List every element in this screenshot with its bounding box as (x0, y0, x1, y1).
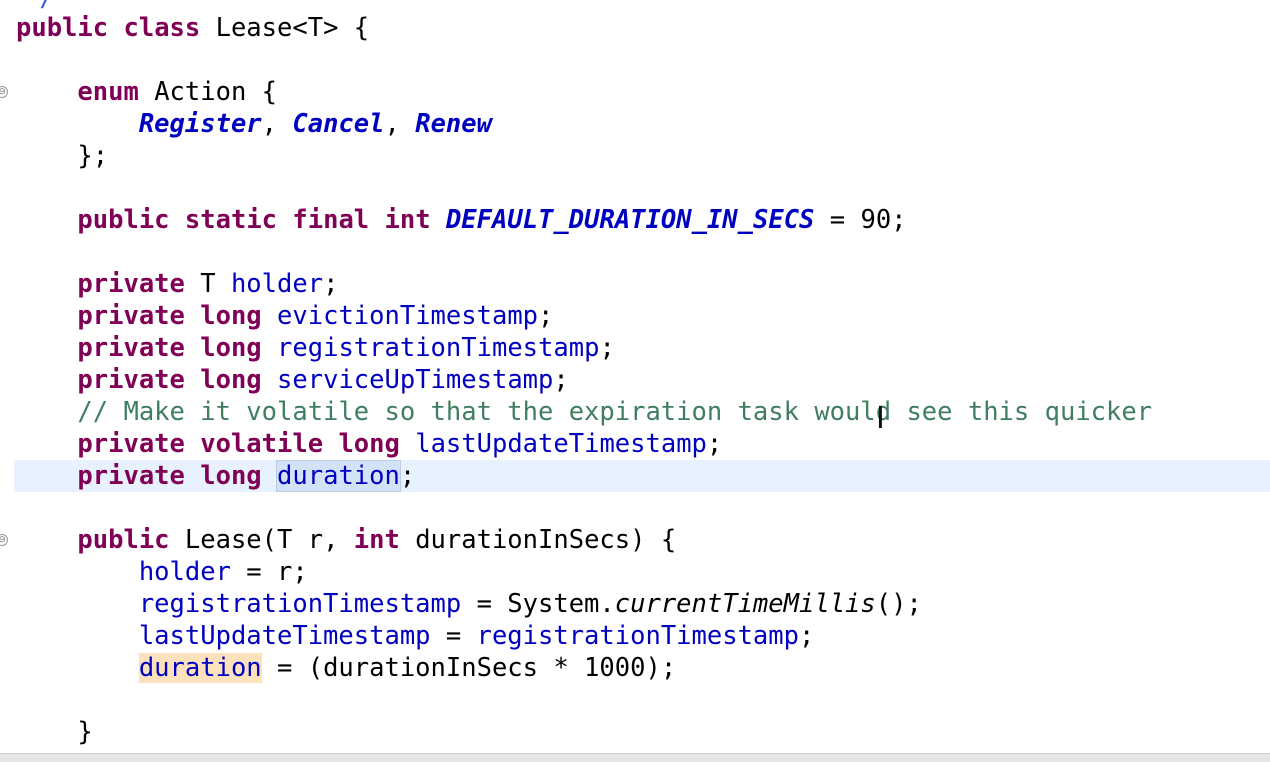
code-line-constant[interactable]: public static final int DEFAULT_DURATION… (16, 204, 1270, 236)
code-text: }; (77, 141, 109, 171)
enum-constant: Renew (415, 109, 492, 139)
field-name: holder (230, 269, 324, 299)
code-line-statement[interactable]: lastUpdateTimestamp = registrationTimest… (16, 620, 1270, 652)
semicolon: ; (323, 269, 339, 299)
code-line-constructor[interactable]: public Lease(T r, int durationInSecs) { (16, 524, 1270, 556)
enum-name: Action { (138, 77, 278, 107)
code-line-comment[interactable]: // Make it volatile so that the expirati… (16, 396, 1270, 428)
code-editor[interactable]: */ ⊖ ⊖ public class Lease<T> { enum Acti… (0, 0, 1270, 762)
semicolon: ; (399, 461, 416, 491)
semicolon: ; (706, 429, 723, 459)
static-method-call: currentTimeMillis (614, 589, 876, 619)
keyword: long (200, 461, 262, 491)
semicolon: ; (599, 333, 615, 363)
code-text: = r; (230, 557, 308, 587)
field-name: lastUpdateTimestamp (138, 621, 431, 651)
field-name: lastUpdateTimestamp (415, 429, 707, 459)
keyword: public (16, 13, 109, 43)
keyword: class (123, 13, 201, 43)
keyword: long (200, 365, 262, 395)
javadoc-comment-end: */ (24, 0, 55, 11)
text-cursor-icon: I (876, 401, 885, 436)
code-line-statement[interactable]: registrationTimestamp = System.currentTi… (16, 588, 1270, 620)
keyword: private (77, 269, 185, 299)
field-name: serviceUpTimestamp (277, 365, 554, 395)
code-text: = (durationInSecs * 1000); (261, 653, 677, 683)
keyword: static (184, 205, 278, 235)
separator: , (261, 109, 293, 139)
field-name: registrationTimestamp (476, 621, 799, 651)
class-name: Lease<T> { (200, 13, 370, 43)
code-line-field-current[interactable]: private long duration; (16, 460, 1270, 492)
type-name: T (184, 269, 231, 299)
field-name: holder (138, 557, 231, 587)
semicolon: ; (553, 365, 569, 395)
keyword: int (384, 205, 431, 235)
keyword: volatile (200, 429, 324, 459)
keyword: public (77, 525, 170, 555)
constructor-signature: Lease(T r, (169, 525, 354, 555)
code-line-field[interactable]: private volatile long lastUpdateTimestam… (16, 428, 1270, 460)
keyword: private (77, 429, 185, 459)
field-name: registrationTimestamp (138, 589, 462, 619)
keyword: public (77, 205, 170, 235)
code-text: } (77, 717, 93, 747)
keyword: long (200, 301, 262, 331)
code-line-enum-declaration[interactable]: enum Action { (16, 76, 1270, 108)
code-line-field[interactable]: private long serviceUpTimestamp; (16, 364, 1270, 396)
code-text: (); (875, 589, 922, 619)
keyword: private (77, 365, 185, 395)
code-line-block-close[interactable]: } (16, 716, 1270, 748)
field-name: evictionTimestamp (277, 301, 539, 331)
field-name: registrationTimestamp (277, 333, 600, 363)
horizontal-scrollbar[interactable] (0, 753, 1270, 762)
keyword: private (77, 333, 185, 363)
semicolon: ; (799, 621, 815, 651)
keyword: enum (77, 77, 139, 107)
static-constant: DEFAULT_DURATION_IN_SECS (445, 205, 815, 235)
code-line-field[interactable]: private long registrationTimestamp; (16, 332, 1270, 364)
enum-constant: Cancel (292, 109, 385, 139)
separator: , (384, 109, 416, 139)
keyword: int (353, 525, 400, 555)
code-text: durationInSecs) { (399, 525, 677, 555)
line-comment: // Make it volatile so that the expirati… (77, 397, 1153, 427)
code-line-enum-constants[interactable]: Register, Cancel, Renew (16, 108, 1270, 140)
semicolon: ; (538, 301, 554, 331)
code-line-statement[interactable]: duration = (durationInSecs * 1000); (16, 652, 1270, 684)
code-line-enum-close[interactable]: }; (16, 140, 1270, 172)
enum-constant: Register (138, 109, 262, 139)
code-line-class-declaration[interactable]: public class Lease<T> { (16, 12, 1270, 44)
code-line-field[interactable]: private T holder; (16, 268, 1270, 300)
keyword: long (200, 333, 262, 363)
code-text: = (430, 621, 477, 651)
code-line-statement[interactable]: holder = r; (16, 556, 1270, 588)
keyword: final (292, 205, 370, 235)
code-text: = 90; (814, 205, 907, 235)
keyword: private (77, 461, 185, 491)
keyword: private (77, 301, 185, 331)
fold-collapse-icon[interactable]: ⊖ (0, 534, 8, 546)
keyword: long (338, 429, 400, 459)
code-line-field[interactable]: private long evictionTimestamp; (16, 300, 1270, 332)
fold-collapse-icon[interactable]: ⊖ (0, 86, 8, 98)
field-name-write-occurrence: duration (138, 653, 262, 683)
field-name-occurrence: duration (276, 460, 401, 492)
code-text: = System. (461, 589, 615, 619)
